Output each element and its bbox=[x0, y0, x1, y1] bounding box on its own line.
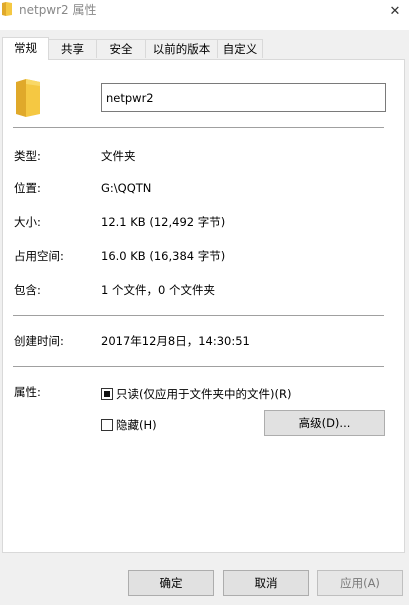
tab-general[interactable]: 常规 bbox=[2, 37, 49, 60]
created-value: 2017年12月8日，14:30:51 bbox=[101, 334, 250, 348]
separator bbox=[13, 315, 384, 316]
close-button[interactable]: ✕ bbox=[381, 0, 409, 22]
contains-value: 1 个文件，0 个文件夹 bbox=[101, 283, 215, 297]
folder-name-input[interactable] bbox=[101, 83, 386, 112]
tab-strip: 常规 共享 安全 以前的版本 自定义 bbox=[2, 37, 407, 60]
location-label: 位置: bbox=[14, 181, 41, 195]
separator bbox=[13, 366, 384, 367]
readonly-label[interactable]: 只读(仅应用于文件夹中的文件)(R) bbox=[116, 387, 291, 401]
general-panel bbox=[2, 59, 405, 553]
size-on-disk-value: 16.0 KB (16,384 字节) bbox=[101, 249, 226, 263]
type-label: 类型: bbox=[14, 149, 41, 163]
readonly-checkbox[interactable] bbox=[101, 388, 113, 400]
folder-icon bbox=[2, 2, 12, 16]
tab-security[interactable]: 安全 bbox=[96, 39, 146, 58]
attributes-label: 属性: bbox=[14, 385, 41, 399]
created-label: 创建时间: bbox=[14, 334, 64, 348]
tab-sharing[interactable]: 共享 bbox=[48, 39, 97, 58]
contains-label: 包含: bbox=[14, 283, 41, 297]
type-value: 文件夹 bbox=[101, 149, 136, 163]
tab-previous-versions[interactable]: 以前的版本 bbox=[145, 39, 218, 58]
size-on-disk-label: 占用空间: bbox=[14, 249, 64, 263]
hidden-label[interactable]: 隐藏(H) bbox=[116, 418, 157, 432]
separator bbox=[13, 127, 384, 128]
apply-button[interactable]: 应用(A) bbox=[317, 570, 403, 596]
folder-icon bbox=[16, 79, 40, 117]
title-bar: netpwr2 属性 ✕ bbox=[0, 0, 409, 30]
ok-button[interactable]: 确定 bbox=[128, 570, 214, 596]
tab-customize[interactable]: 自定义 bbox=[217, 39, 263, 58]
advanced-button[interactable]: 高级(D)... bbox=[264, 410, 385, 436]
cancel-button[interactable]: 取消 bbox=[223, 570, 309, 596]
size-label: 大小: bbox=[14, 215, 41, 229]
close-icon: ✕ bbox=[389, 3, 401, 19]
size-value: 12.1 KB (12,492 字节) bbox=[101, 215, 226, 229]
hidden-checkbox[interactable] bbox=[101, 419, 113, 431]
window-title: netpwr2 属性 bbox=[19, 3, 97, 17]
location-value: G:\QQTN bbox=[101, 181, 152, 195]
